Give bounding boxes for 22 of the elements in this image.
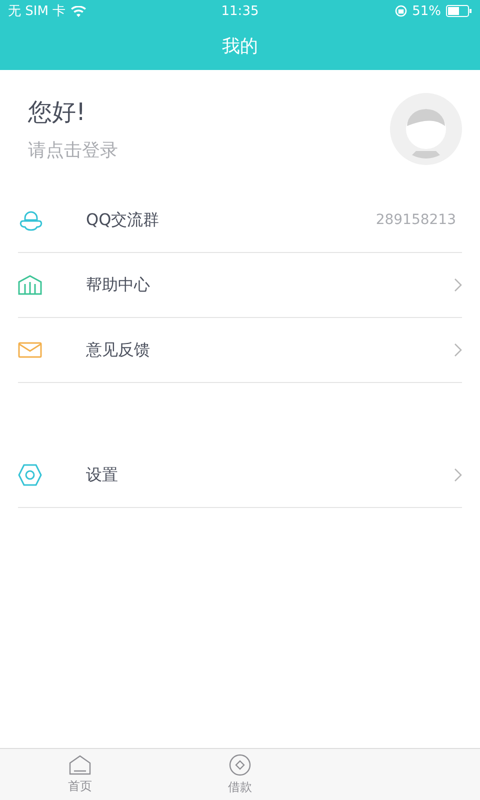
menu-row[interactable]: QQ交流群 289158213 bbox=[18, 188, 462, 253]
avatar-icon[interactable] bbox=[390, 93, 462, 165]
chevron-right-icon bbox=[454, 468, 462, 482]
carrier-label: 无 SIM 卡 bbox=[8, 3, 66, 20]
menu-row[interactable]: 设置 bbox=[18, 443, 462, 508]
battery-icon bbox=[446, 5, 472, 17]
chevron-right-icon bbox=[454, 343, 462, 357]
settings-icon bbox=[18, 464, 42, 486]
menu-row[interactable]: 意见反馈 bbox=[18, 318, 462, 383]
wifi-icon bbox=[70, 6, 86, 16]
battery-percent: 51% bbox=[412, 4, 441, 18]
group-number: 289158213 bbox=[376, 212, 456, 228]
diamond-coin-icon bbox=[229, 754, 251, 776]
greeting-text: 您好! bbox=[28, 97, 87, 128]
menu-row[interactable]: 帮助中心 bbox=[18, 253, 462, 318]
rotation-lock-icon bbox=[395, 5, 408, 17]
clock-time: 11:35 bbox=[221, 4, 259, 18]
home-icon bbox=[69, 754, 91, 774]
mail-icon bbox=[18, 342, 42, 358]
page-title: 我的 bbox=[222, 35, 258, 58]
building-icon bbox=[18, 275, 42, 295]
chevron-right-icon bbox=[454, 278, 462, 292]
